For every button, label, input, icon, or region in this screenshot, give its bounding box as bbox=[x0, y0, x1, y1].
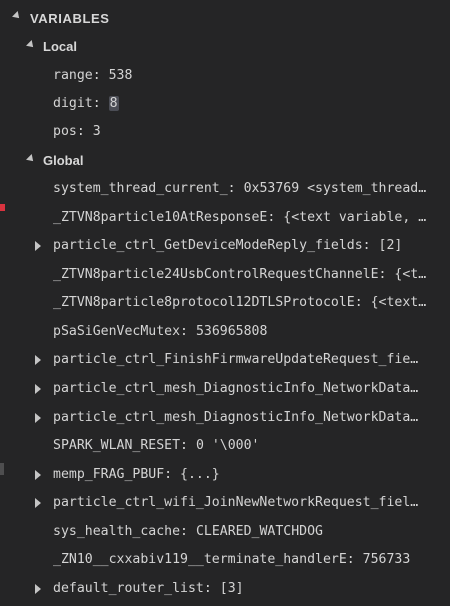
variable-name: particle_ctrl_GetDeviceModeReply_fields bbox=[53, 238, 363, 253]
variable-name: pos bbox=[53, 124, 77, 139]
variable-value: 3 bbox=[92, 124, 101, 139]
chevron-right-icon[interactable] bbox=[35, 498, 41, 508]
variable-name: default_router_list bbox=[53, 581, 204, 596]
variable-name: particle_ctrl_FinishFirmwareUpdateReques… bbox=[53, 352, 419, 367]
variable-name: _ZN10__cxxabiv119__terminate_handlerE bbox=[53, 552, 347, 567]
variable-name: _ZTVN8particle10AtResponseE bbox=[53, 210, 268, 225]
variable-row[interactable]: sys_health_cache: CLEARED_WATCHDOG bbox=[0, 517, 450, 546]
chevron-right-icon[interactable] bbox=[35, 384, 41, 394]
variable-row[interactable]: particle_ctrl_wifi_JoinNewNetworkRequest… bbox=[0, 488, 450, 517]
variable-row[interactable]: _ZTVN8particle24UsbControlRequestChannel… bbox=[0, 260, 450, 289]
variable-name: memp_FRAG_PBUF bbox=[53, 467, 165, 482]
variable-row[interactable]: particle_ctrl_GetDeviceModeReply_fields:… bbox=[0, 231, 450, 260]
variable-row[interactable]: pos: 3 bbox=[0, 117, 450, 146]
variable-name: pSaSiGenVecMutex bbox=[53, 324, 181, 339]
variable-value: {<text variable, … bbox=[283, 210, 427, 225]
scope-label-local: Local bbox=[43, 39, 77, 54]
variables-panel: VARIABLES Local range: 538 digit: 8 pos:… bbox=[0, 0, 450, 606]
variable-value: 0x53769 <system_thread… bbox=[243, 181, 427, 196]
variable-row[interactable]: range: 538 bbox=[0, 61, 450, 90]
variable-value: [2] bbox=[378, 238, 403, 253]
variable-value: [3] bbox=[219, 581, 244, 596]
variable-row[interactable]: particle_ctrl_FinishFirmwareUpdateReques… bbox=[0, 345, 450, 374]
scope-global[interactable]: Global bbox=[0, 146, 450, 175]
variable-name: system_thread_current_ bbox=[53, 181, 228, 196]
chevron-down-icon bbox=[12, 11, 22, 21]
variable-name: _ZTVN8particle8protocol12DTLSProtocolE bbox=[53, 295, 355, 310]
variable-value: {<text… bbox=[370, 295, 427, 310]
variable-value: 538 bbox=[108, 68, 133, 83]
variable-value: 8 bbox=[108, 96, 119, 111]
variable-name: sys_health_cache bbox=[53, 524, 181, 539]
variable-row[interactable]: _ZN10__cxxabiv119__terminate_handlerE: 7… bbox=[0, 545, 450, 574]
chevron-down-icon bbox=[26, 154, 36, 164]
variable-row[interactable]: digit: 8 bbox=[0, 89, 450, 118]
variable-row[interactable]: memp_FRAG_PBUF: {...} bbox=[0, 460, 450, 489]
chevron-right-icon[interactable] bbox=[35, 413, 41, 423]
variable-row[interactable]: SPARK_WLAN_RESET: 0 '\000' bbox=[0, 431, 450, 460]
variable-name: _ZTVN8particle24UsbControlRequestChannel… bbox=[53, 267, 379, 282]
variable-value: 0 '\000' bbox=[195, 438, 260, 453]
variable-name: particle_ctrl_wifi_JoinNewNetworkRequest… bbox=[53, 495, 419, 510]
scope-label-global: Global bbox=[43, 153, 84, 168]
variable-value: 536965808 bbox=[195, 324, 268, 339]
chevron-down-icon bbox=[26, 40, 36, 50]
section-title: VARIABLES bbox=[30, 10, 110, 26]
variable-value: CLEARED_WATCHDOG bbox=[195, 524, 323, 539]
variables-section-header[interactable]: VARIABLES bbox=[0, 4, 450, 32]
variable-value: {...} bbox=[180, 467, 220, 482]
variable-name: particle_ctrl_mesh_DiagnosticInfo_Networ… bbox=[53, 410, 419, 425]
variable-value: {<t… bbox=[394, 267, 427, 282]
chevron-right-icon[interactable] bbox=[35, 584, 41, 594]
variable-row[interactable]: _ZTVN8particle10AtResponseE: {<text vari… bbox=[0, 203, 450, 232]
variable-name: particle_ctrl_mesh_DiagnosticInfo_Networ… bbox=[53, 381, 419, 396]
scope-local[interactable]: Local bbox=[0, 32, 450, 61]
variable-name: digit bbox=[53, 96, 93, 111]
chevron-right-icon[interactable] bbox=[35, 355, 41, 365]
variable-row[interactable]: particle_ctrl_mesh_DiagnosticInfo_Networ… bbox=[0, 374, 450, 403]
variable-row[interactable]: _ZTVN8particle8protocol12DTLSProtocolE: … bbox=[0, 288, 450, 317]
variable-row[interactable]: pSaSiGenVecMutex: 536965808 bbox=[0, 317, 450, 346]
variable-name: range bbox=[53, 68, 93, 83]
variable-row[interactable]: particle_ctrl_mesh_DiagnosticInfo_Networ… bbox=[0, 403, 450, 432]
variable-row[interactable]: system_thread_current_: 0x53769 <system_… bbox=[0, 174, 450, 203]
chevron-right-icon[interactable] bbox=[35, 470, 41, 480]
chevron-right-icon[interactable] bbox=[35, 241, 41, 251]
variable-value: 756733 bbox=[362, 552, 411, 567]
variable-name: SPARK_WLAN_RESET bbox=[53, 438, 181, 453]
variable-row[interactable]: default_router_list: [3] bbox=[0, 574, 450, 603]
